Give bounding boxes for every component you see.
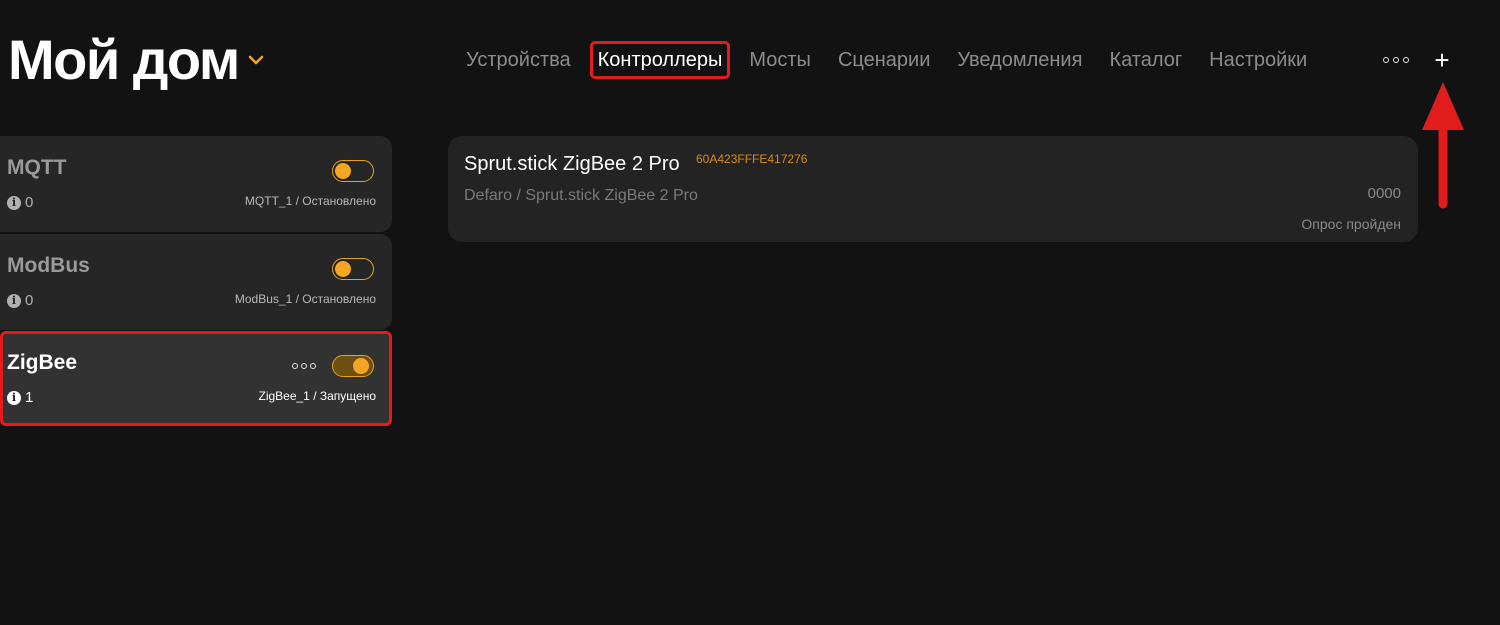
chevron-down-icon: [248, 55, 264, 65]
count-value: 1: [25, 389, 34, 406]
tab-catalog[interactable]: Каталог: [1101, 41, 1190, 79]
info-icon: i: [7, 195, 21, 210]
main-nav: Устройства Контроллеры Мосты Сценарии Ув…: [458, 41, 1326, 79]
home-selector[interactable]: Мой дом: [8, 28, 265, 92]
toggle-knob: [353, 358, 369, 374]
info-icon: i: [7, 390, 21, 405]
device-card[interactable]: Sprut.stick ZigBee 2 Pro 60A423FFFE41727…: [448, 136, 1418, 242]
more-options-icon[interactable]: [292, 361, 316, 371]
home-title: Мой дом: [8, 28, 240, 91]
controller-device-count: i 0: [7, 194, 33, 211]
tab-scenarios[interactable]: Сценарии: [830, 41, 938, 79]
controller-card-modbus[interactable]: ModBus i 0 ModBus_1 / Остановлено: [0, 234, 392, 330]
toggle-knob: [335, 261, 351, 277]
controller-status: MQTT_1 / Остановлено: [244, 194, 376, 208]
controller-toggle[interactable]: [332, 160, 374, 182]
count-value: 0: [25, 194, 34, 211]
tab-notifications[interactable]: Уведомления: [949, 41, 1090, 79]
controller-status: ZigBee_1 / Запущено: [258, 389, 376, 403]
device-path: Defaro / Sprut.stick ZigBee 2 Pro: [464, 187, 698, 204]
controller-device-count: i 1: [7, 389, 33, 406]
device-name: Sprut.stick ZigBee 2 Pro: [464, 153, 680, 175]
controller-toggle[interactable]: [332, 355, 374, 377]
tab-devices[interactable]: Устройства: [458, 41, 579, 79]
app: Мой дом Устройства Контроллеры Мосты Сце…: [0, 0, 1500, 625]
controller-name: ModBus: [7, 254, 90, 277]
more-options-icon[interactable]: [1383, 52, 1409, 68]
tab-settings[interactable]: Настройки: [1201, 41, 1315, 79]
device-id: 60A423FFFE417276: [696, 152, 808, 166]
device-code: 0000: [1367, 185, 1401, 202]
info-icon: i: [7, 293, 21, 308]
tab-controllers[interactable]: Контроллеры: [589, 41, 731, 79]
red-arrow-annotation: [1422, 82, 1464, 209]
controller-toggle[interactable]: [332, 258, 374, 280]
controller-card-zigbee[interactable]: ZigBee i 1 ZigBee_1 / Запущено: [0, 331, 392, 426]
controller-name: ZigBee: [7, 351, 78, 374]
add-button[interactable]: +: [1432, 47, 1452, 73]
controller-name: MQTT: [7, 156, 67, 179]
controller-device-count: i 0: [7, 292, 33, 309]
controller-card-mqtt[interactable]: MQTT i 0 MQTT_1 / Остановлено: [0, 136, 392, 232]
count-value: 0: [25, 292, 34, 309]
device-status: Опрос пройден: [1301, 216, 1401, 232]
toggle-knob: [335, 163, 351, 179]
tab-bridges[interactable]: Мосты: [741, 41, 819, 79]
controller-status: ModBus_1 / Остановлено: [234, 292, 376, 306]
